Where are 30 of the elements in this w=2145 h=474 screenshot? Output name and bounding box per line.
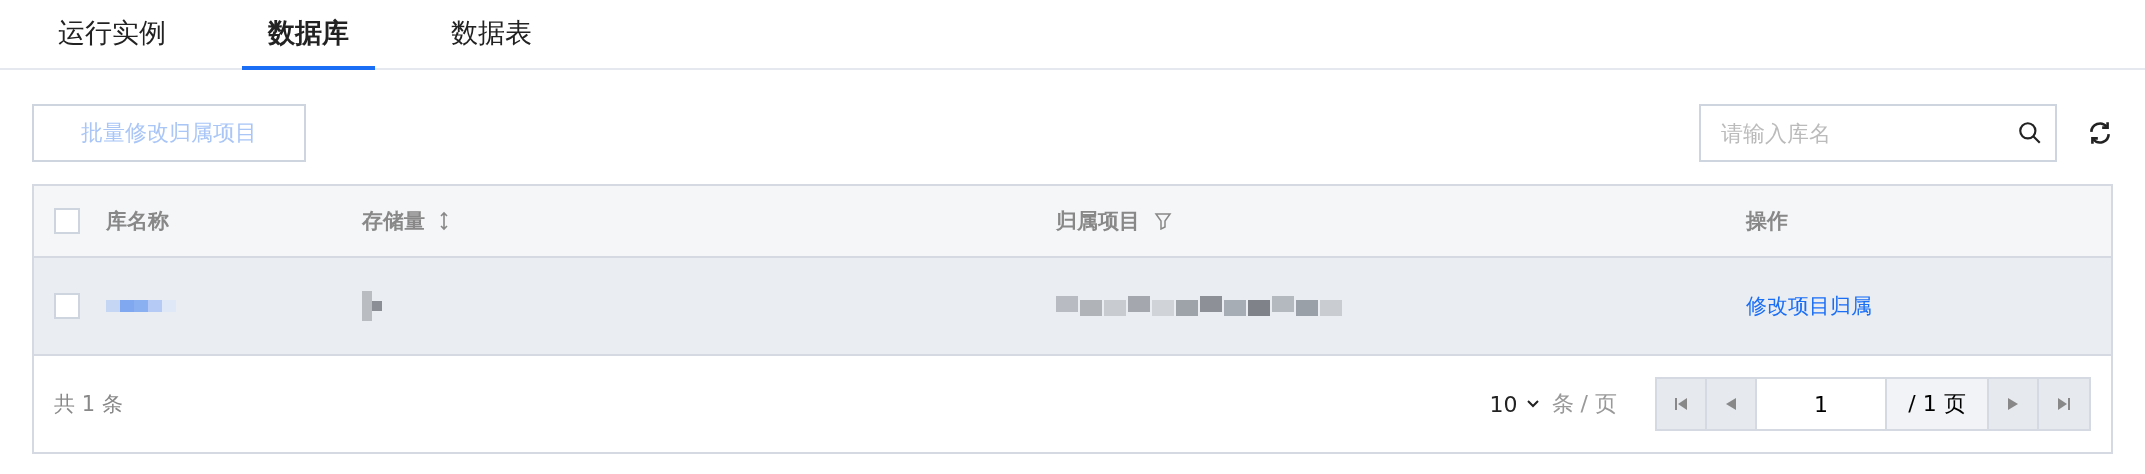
column-header: 操作 xyxy=(1746,208,1788,235)
page-size-select[interactable]: 10 xyxy=(1489,391,1540,417)
tab[interactable]: 数据表 xyxy=(425,0,558,70)
row-checkbox[interactable] xyxy=(54,293,80,319)
page-size-unit: 条 / 页 xyxy=(1551,390,1617,418)
tab[interactable]: 运行实例 xyxy=(32,0,192,70)
last-page-button[interactable] xyxy=(2039,379,2089,429)
select-all-checkbox[interactable] xyxy=(54,208,80,234)
column-header: 库名称 xyxy=(106,208,169,235)
first-page-icon xyxy=(1674,397,1688,411)
page-count: / 1 页 xyxy=(1887,379,1989,429)
first-page-button[interactable] xyxy=(1657,379,1707,429)
tab[interactable]: 数据库 xyxy=(242,0,375,70)
search-icon[interactable] xyxy=(2017,120,2043,146)
blurred-size-drawing xyxy=(362,291,382,321)
prev-page-button[interactable] xyxy=(1707,379,1757,429)
edit-project-link[interactable]: 修改项目归属 xyxy=(1746,292,1872,320)
caret-right-icon xyxy=(2007,397,2019,411)
search-field[interactable]: 请输入库名 xyxy=(1699,104,2057,162)
total-count: 共 1 条 xyxy=(54,391,123,418)
filter-icon[interactable] xyxy=(1154,212,1172,230)
next-page-button[interactable] xyxy=(1989,379,2039,429)
blurred-name-drawing xyxy=(106,300,176,312)
refresh-icon[interactable] xyxy=(2087,120,2113,146)
caret-left-icon xyxy=(1725,397,1737,411)
sort-icon[interactable] xyxy=(439,211,449,231)
column-header: 存储量 xyxy=(362,208,425,235)
chevron-down-icon xyxy=(1525,399,1540,409)
last-page-icon xyxy=(2057,397,2071,411)
column-header: 归属项目 xyxy=(1056,208,1140,235)
